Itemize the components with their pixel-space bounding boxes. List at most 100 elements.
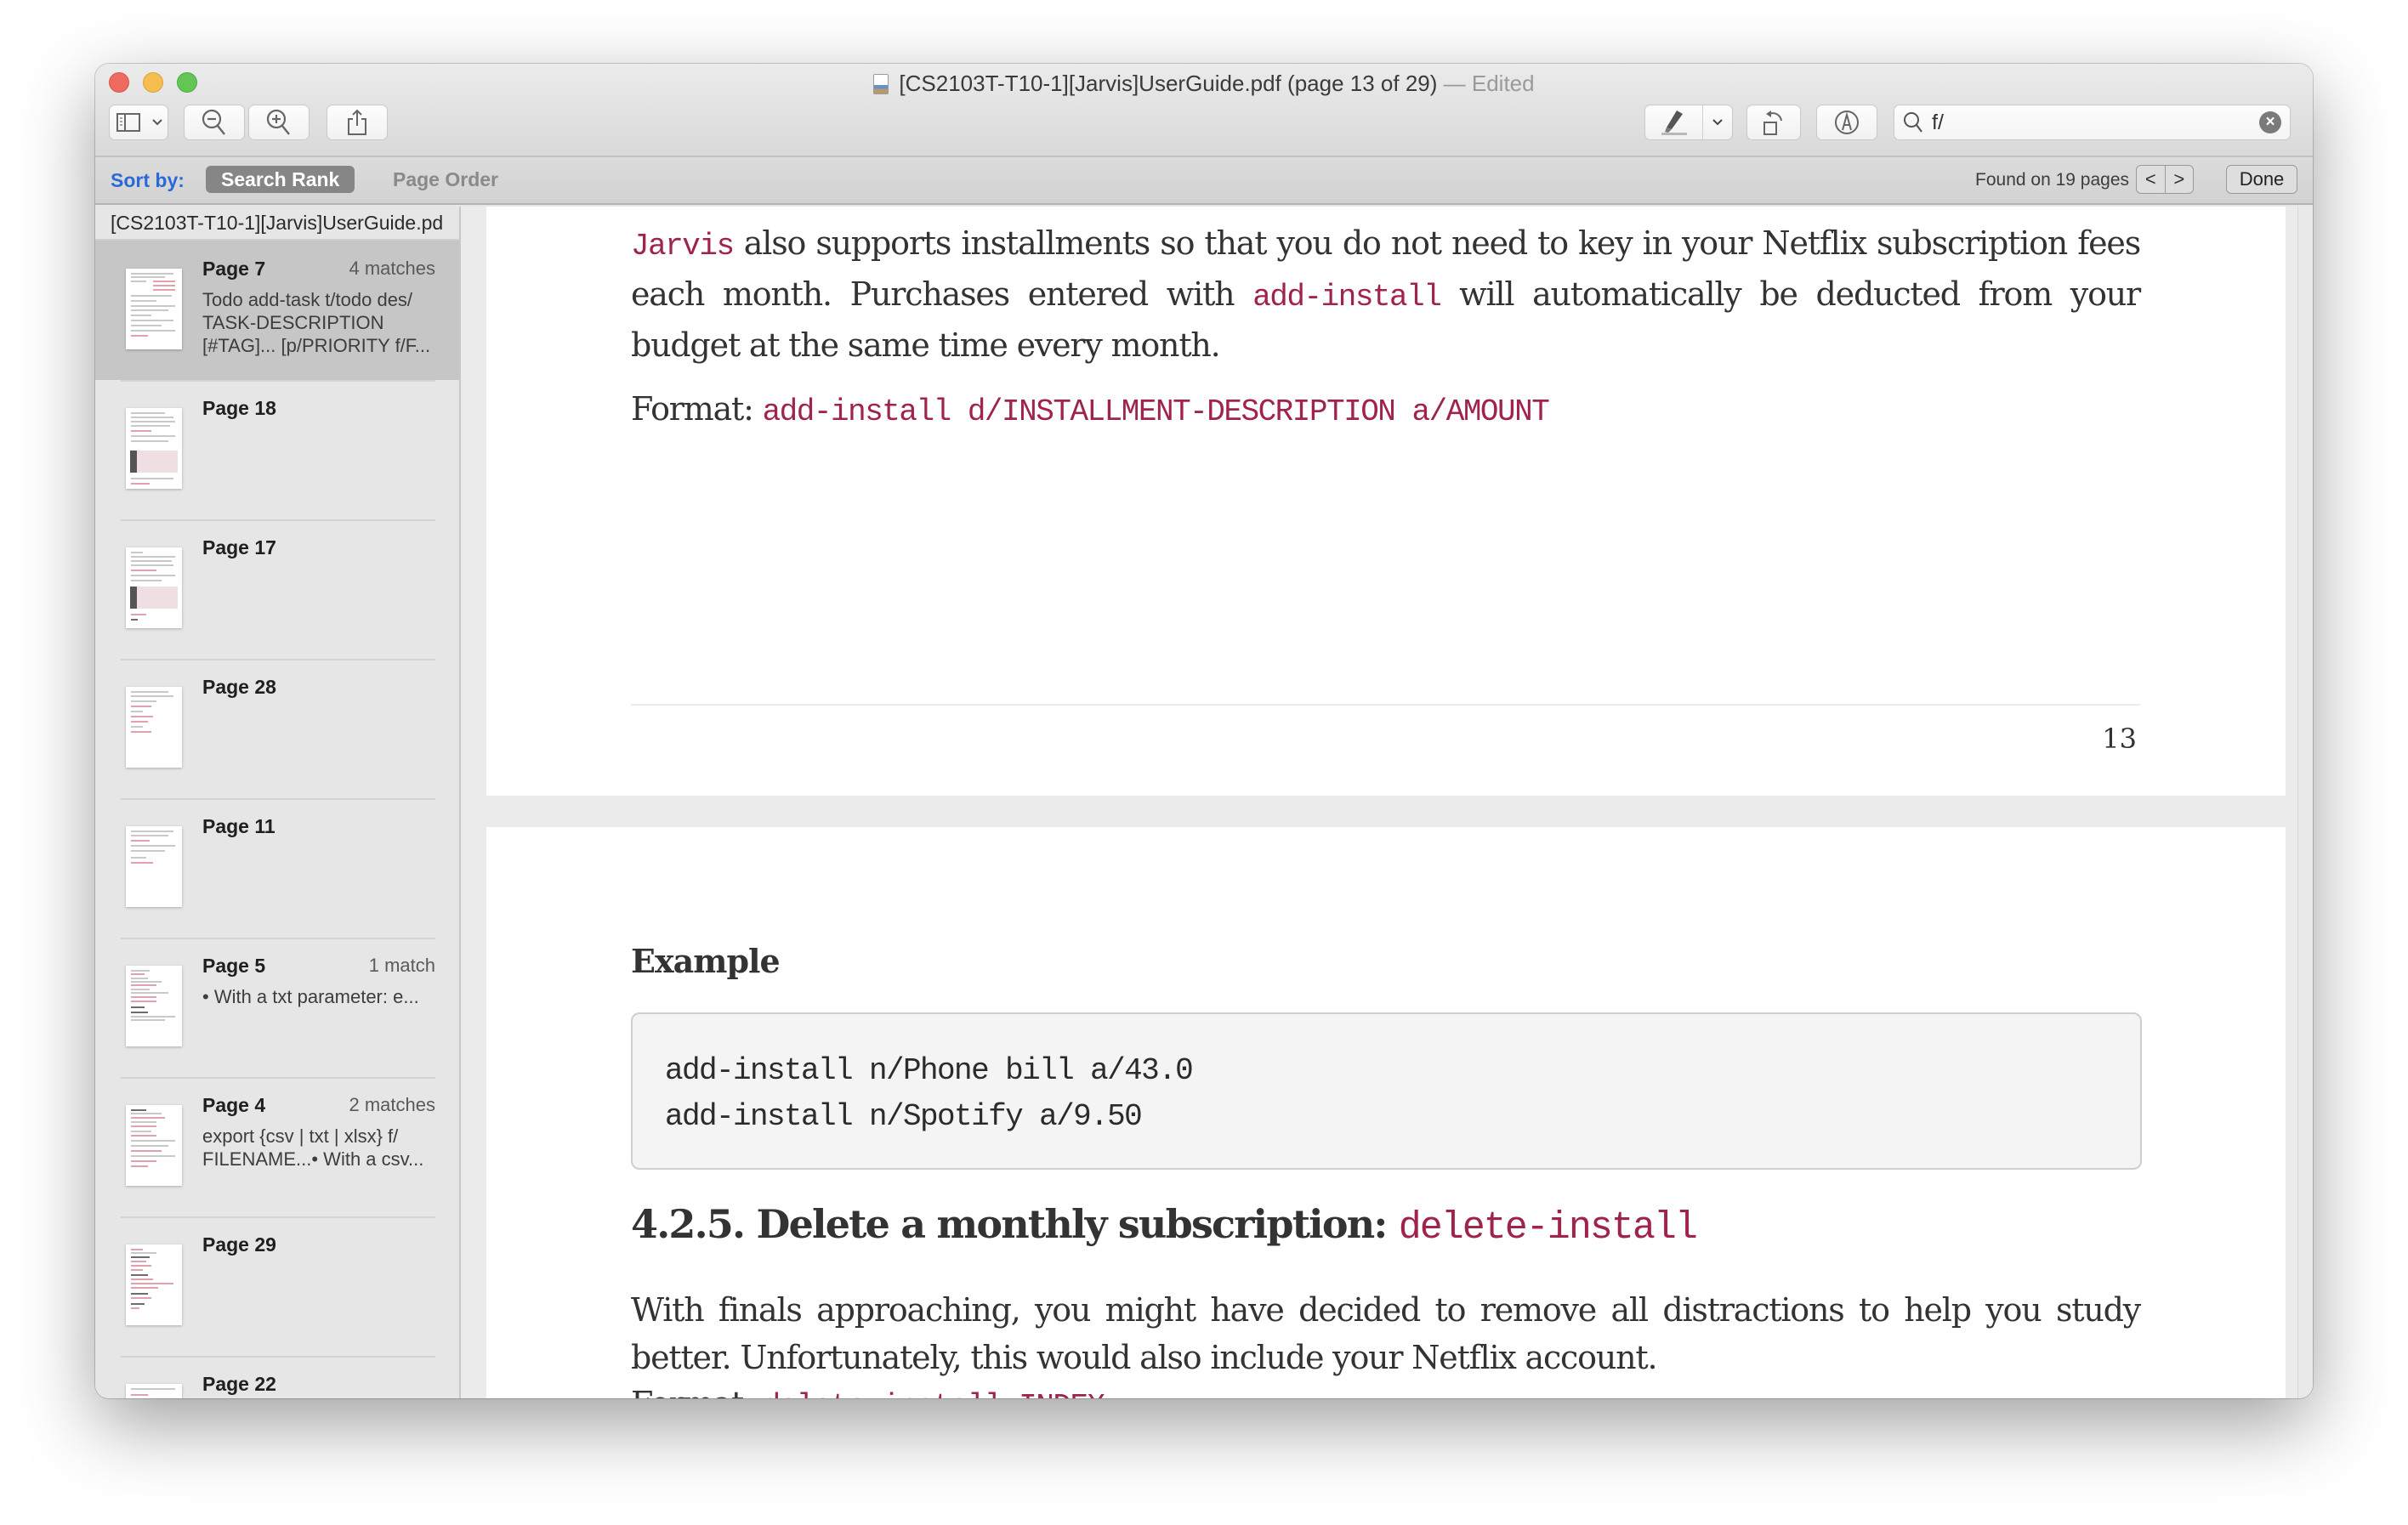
share-button[interactable]	[327, 105, 388, 140]
page-thumbnail	[126, 408, 182, 489]
page-thumbnail	[126, 1105, 182, 1186]
zoom-out-button[interactable]	[184, 105, 245, 140]
result-match-count: 2 matches	[349, 1094, 436, 1115]
page-thumbnail	[126, 687, 182, 768]
pdf-page-13: Jarvis also supports installments so tha…	[486, 207, 2286, 796]
installments-paragraph: Jarvis also supports installments so tha…	[631, 219, 2141, 369]
format-line: Format: delete-install INDEX	[631, 1380, 2140, 1398]
result-page-label: Page 4	[202, 1094, 266, 1116]
format-label: Format:	[631, 390, 763, 428]
code-line: add-install n/Phone bill a/43.0	[665, 1053, 1194, 1088]
sort-search-rank-button[interactable]: Search Rank	[206, 166, 355, 193]
zoom-in-icon	[266, 109, 290, 135]
previous-result-button[interactable]: <	[2137, 166, 2166, 193]
result-page-label: Page 29	[202, 1233, 276, 1256]
result-page-label: Page 28	[202, 676, 276, 698]
result-snippet: • With a txt parameter: e...	[202, 986, 419, 1007]
rotate-icon	[1763, 111, 1782, 135]
window-title: [CS2103T-T10-1][Jarvis]UserGuide.pdf (pa…	[95, 69, 2313, 98]
window-title-text: [CS2103T-T10-1][Jarvis]UserGuide.pdf (pa…	[899, 71, 1438, 96]
highlighter-icon	[1645, 105, 1702, 139]
format-code: delete-install INDEX	[763, 1389, 1106, 1398]
document-view[interactable]: Jarvis also supports installments so tha…	[461, 207, 2313, 1398]
result-item-page-29[interactable]: Page 29	[95, 1216, 459, 1356]
search-icon	[1904, 112, 1922, 133]
page-number: 13	[2102, 723, 2137, 755]
divider	[121, 380, 435, 382]
result-item-page-28[interactable]: Page 28	[95, 659, 459, 798]
sort-by-label: Sort by:	[111, 169, 185, 191]
next-result-button[interactable]: >	[2166, 166, 2194, 193]
section-heading-text: 4.2.5. Delete a monthly subscription:	[631, 1201, 1399, 1247]
inline-code: add-install	[1252, 280, 1442, 315]
page-thumbnail	[126, 269, 182, 349]
preview-window: [CS2103T-T10-1][Jarvis]UserGuide.pdf (pa…	[95, 64, 2313, 1398]
result-page-label: Page 22	[202, 1373, 276, 1395]
highlight-button[interactable]	[1644, 105, 1733, 140]
divider	[121, 659, 435, 660]
zoom-in-button[interactable]	[248, 105, 310, 140]
title-bar: [CS2103T-T10-1][Jarvis]UserGuide.pdf (pa…	[95, 64, 2313, 157]
divider	[121, 938, 435, 939]
result-page-label: Page 17	[202, 536, 276, 558]
page-thumbnail	[126, 547, 182, 628]
highlight-options-chevron-icon[interactable]	[1703, 105, 1732, 139]
section-heading-code: delete-install	[1398, 1206, 1698, 1250]
sidebar-toggle-button[interactable]	[109, 105, 168, 140]
markup-button[interactable]	[1816, 105, 1877, 140]
result-item-page-18[interactable]: Page 18	[95, 380, 459, 519]
search-input[interactable]	[1932, 110, 2259, 135]
sidebar-icon	[110, 105, 147, 139]
delete-install-paragraph: With finals approaching, you might have …	[631, 1291, 2141, 1376]
zoom-out-icon	[202, 109, 225, 135]
search-results-sidebar: [CS2103T-T10-1][Jarvis]UserGuide.pd Page…	[95, 207, 461, 1398]
result-item-page-5[interactable]: Page 5 1 match • With a txt parameter: e…	[95, 938, 459, 1077]
divider	[121, 1077, 435, 1079]
done-button[interactable]: Done	[2226, 165, 2297, 194]
document-name: [CS2103T-T10-1][Jarvis]UserGuide.pd	[95, 207, 459, 241]
markup-icon	[1835, 111, 1859, 134]
divider	[121, 519, 435, 521]
result-item-page-22[interactable]: Page 22	[95, 1356, 459, 1398]
result-snippet: Todo add-task t/todo des/ TASK-DESCRIPTI…	[202, 289, 431, 356]
result-page-label: Page 18	[202, 397, 276, 419]
result-item-page-11[interactable]: Page 11	[95, 798, 459, 938]
result-navigation: < >	[2136, 165, 2194, 194]
result-match-count: 1 match	[368, 955, 435, 976]
page-thumbnail	[126, 1244, 182, 1325]
section-heading: 4.2.5. Delete a monthly subscription: de…	[631, 1201, 1698, 1250]
inline-code: Jarvis	[631, 229, 735, 264]
example-heading: Example	[631, 942, 781, 980]
page-thumbnail	[126, 966, 182, 1046]
search-field[interactable]: ×	[1894, 105, 2291, 140]
clear-search-button[interactable]: ×	[2259, 111, 2281, 133]
code-line: add-install n/Spotify a/9.50	[665, 1099, 1143, 1134]
divider	[121, 1216, 435, 1218]
format-label: Format:	[631, 1385, 763, 1398]
rotate-button[interactable]	[1746, 105, 1801, 140]
code-block: add-install n/Phone bill a/43.0 add-inst…	[631, 1012, 2142, 1170]
result-page-label: Page 5	[202, 955, 266, 977]
page-footer-rule	[631, 704, 2140, 706]
result-page-label: Page 7	[202, 258, 266, 280]
pdf-document-icon	[873, 74, 889, 94]
result-item-page-7[interactable]: Page 7 4 matches Todo add-task t/todo de…	[95, 241, 459, 380]
share-icon	[348, 109, 366, 135]
vertical-scrollbar[interactable]	[2297, 207, 2313, 1398]
format-line: Format: add-install d/INSTALLMENT-DESCRI…	[631, 385, 2140, 436]
page-thumbnail	[126, 826, 182, 907]
search-results-bar: Sort by: Search Rank Page Order Found on…	[95, 157, 2313, 205]
page-thumbnail	[126, 1384, 182, 1398]
result-item-page-17[interactable]: Page 17	[95, 519, 459, 659]
result-match-count: 4 matches	[349, 258, 436, 279]
result-snippet: export {csv | txt | xlsx} f/ FILENAME...…	[202, 1125, 424, 1170]
chevron-down-icon	[147, 105, 168, 139]
sort-page-order-button[interactable]: Page Order	[378, 166, 514, 193]
pdf-page-14: Example add-install n/Phone bill a/43.0 …	[486, 827, 2286, 1398]
format-code: add-install d/INSTALLMENT-DESCRIPTION a/…	[762, 394, 1550, 429]
found-count-text: Found on 19 pages	[1975, 170, 2129, 190]
result-item-page-4[interactable]: Page 4 2 matches export {csv | txt | xls…	[95, 1077, 459, 1216]
edited-indicator: — Edited	[1443, 71, 1535, 96]
result-page-label: Page 11	[202, 815, 275, 837]
divider	[121, 798, 435, 800]
